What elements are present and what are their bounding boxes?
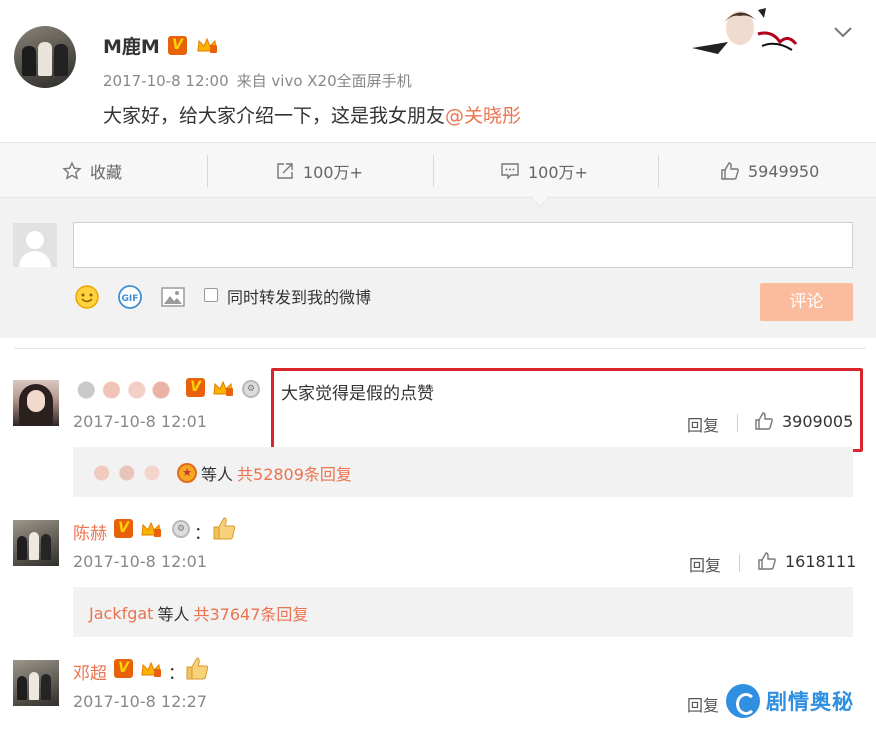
reply-count-link[interactable]: 共52809条回复: [237, 461, 352, 485]
comment-like-count: 1618111: [785, 551, 857, 571]
poster-name[interactable]: M鹿M: [103, 32, 160, 59]
like-button[interactable]: 5949950: [720, 143, 819, 199]
decorative-banner-icon: [692, 8, 798, 54]
comment-like-button[interactable]: 1618111: [757, 551, 856, 571]
favorite-label: 收藏: [90, 163, 123, 182]
comment-input[interactable]: [73, 222, 853, 268]
medal-icon: ⚙: [242, 380, 260, 398]
comment-text: ：: [194, 524, 211, 544]
verified-v-icon: V: [114, 519, 133, 538]
vip-crown-icon: [140, 660, 162, 678]
emoji-icon[interactable]: [74, 284, 100, 310]
commenter-name[interactable]: 陈赫: [73, 519, 107, 544]
commenter-avatar[interactable]: [13, 520, 59, 566]
submit-comment-button[interactable]: 评论: [760, 283, 853, 321]
gif-icon[interactable]: GIF: [117, 284, 143, 310]
chevron-down-icon[interactable]: [832, 24, 854, 40]
vip-crown-icon: [140, 520, 162, 538]
image-icon[interactable]: [160, 284, 186, 310]
forward-icon: [277, 163, 293, 179]
medal-icon: ⚙: [172, 520, 190, 538]
replies-summary[interactable]: ★ 等人 共52809条回复: [73, 447, 853, 497]
reply-button[interactable]: 回复: [687, 692, 719, 716]
star-badge-icon: ★: [177, 463, 197, 483]
post-text: 大家好，给大家介绍一下，这是我女朋友@关晓彤: [103, 101, 521, 128]
verified-v-icon: V: [168, 36, 187, 55]
comment-composer: GIF 同时转发到我的微博 评论: [0, 198, 876, 338]
commenter-name[interactable]: [73, 379, 183, 401]
replies-summary[interactable]: Jackfgat 等人 共37647条回复: [73, 587, 853, 637]
reply-names[interactable]: [89, 463, 173, 483]
commenter-name[interactable]: 邓超: [73, 659, 107, 684]
my-avatar: [13, 223, 57, 267]
favorite-button[interactable]: 收藏: [62, 143, 122, 199]
star-icon: [62, 161, 82, 180]
watermark-logo-icon: [726, 684, 760, 718]
comment-icon: [501, 163, 519, 180]
post-body: 大家好，给大家介绍一下，这是我女朋友: [103, 105, 446, 127]
svg-text:GIF: GIF: [122, 294, 139, 304]
verified-v-icon: V: [114, 659, 133, 678]
reply-button[interactable]: 回复: [689, 552, 721, 576]
thumbs-up-emoji-icon: [186, 657, 209, 680]
poster-avatar[interactable]: [14, 26, 76, 88]
post-source: 来自 vivo X20全面屏手机: [236, 72, 412, 90]
reply-suffix: 等人: [157, 605, 190, 624]
commenter-avatar[interactable]: [13, 380, 59, 426]
watermark-text: 剧情奥秘: [766, 690, 854, 714]
forward-checkbox-label[interactable]: 同时转发到我的微博: [227, 284, 371, 308]
verified-v-icon: V: [186, 378, 205, 397]
vip-crown-icon: [196, 36, 218, 54]
reply-suffix: 等人: [201, 465, 234, 484]
commenter-avatar[interactable]: [13, 660, 59, 706]
thumb-up-icon: [721, 162, 739, 180]
comment-time[interactable]: 2017-10-8 12:01: [73, 552, 207, 571]
vip-crown-icon: [212, 379, 234, 397]
post-time[interactable]: 2017-10-8 12:00: [103, 72, 229, 90]
mention-link[interactable]: @关晓彤: [445, 105, 521, 127]
comment-count: 100万+: [528, 163, 588, 182]
watermark: 剧情奥秘: [726, 676, 876, 726]
forward-button[interactable]: 100万+: [275, 143, 363, 199]
thumb-up-icon: [758, 552, 776, 570]
reply-count-link[interactable]: 共37647条回复: [193, 601, 308, 625]
reply-names[interactable]: Jackfgat: [89, 604, 153, 623]
forward-count: 100万+: [303, 163, 363, 182]
highlight-annotation: [271, 368, 863, 452]
comment-text: ：: [168, 664, 185, 684]
thumbs-up-emoji-icon: [213, 517, 236, 540]
comment-time[interactable]: 2017-10-8 12:27: [73, 692, 207, 711]
like-count: 5949950: [748, 161, 820, 181]
forward-checkbox[interactable]: [204, 288, 218, 302]
action-bar: 收藏 100万+ 100万+ 5949950: [0, 142, 876, 198]
post-meta: 2017-10-8 12:00 来自 vivo X20全面屏手机: [103, 70, 412, 91]
comment-list-divider: [14, 348, 866, 349]
comment-time[interactable]: 2017-10-8 12:01: [73, 412, 207, 431]
